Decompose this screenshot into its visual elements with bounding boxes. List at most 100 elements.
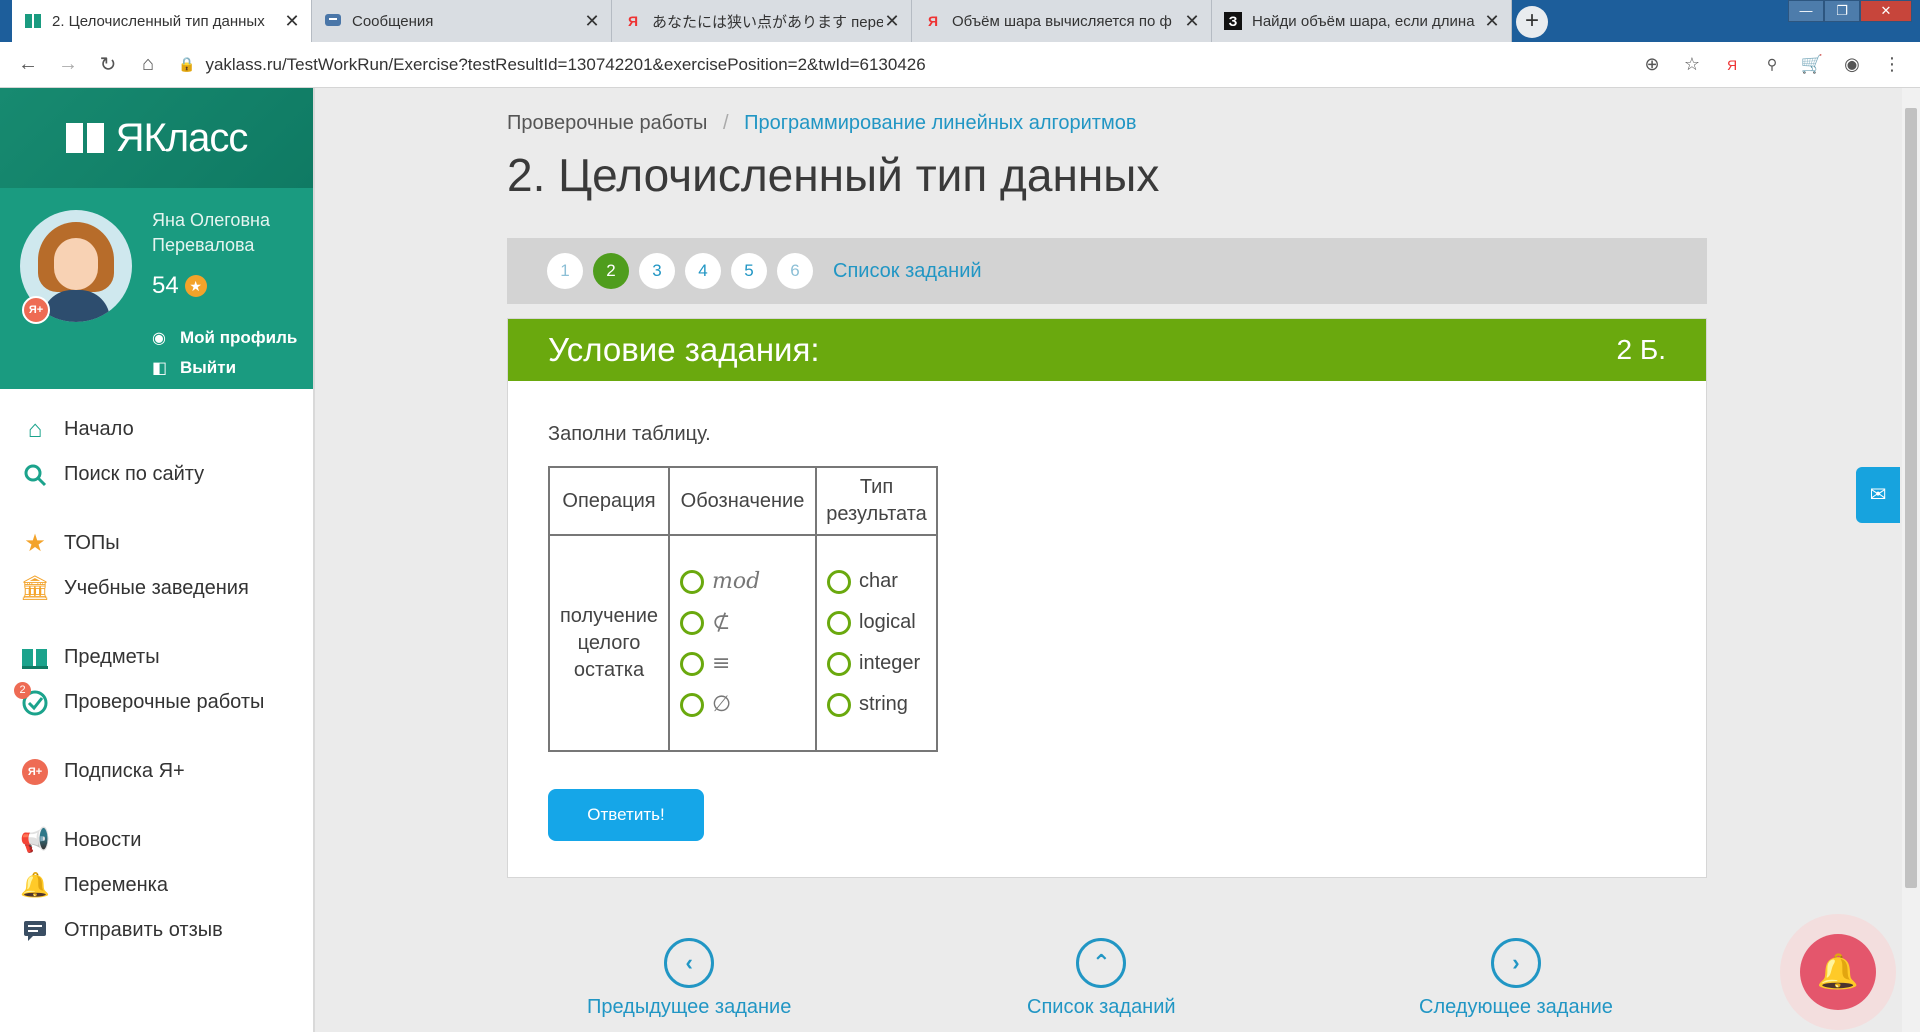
minimize-window-icon[interactable]: — bbox=[1788, 0, 1824, 22]
url-field[interactable]: 🔒 yaklass.ru/TestWorkRun/Exercise?testRe… bbox=[178, 55, 1632, 75]
logout-label: Выйти bbox=[180, 358, 237, 377]
profile-avatar-icon[interactable]: ◉ bbox=[1832, 45, 1872, 85]
table-header-operation: Операция bbox=[548, 466, 670, 536]
symbol-options-cell: mod ⊄ ≡ ∅ bbox=[668, 534, 817, 752]
user-score: 54 ★ bbox=[152, 272, 207, 300]
browser-tab-znanija[interactable]: З Найди объём шара, если длина ✕ bbox=[1212, 0, 1512, 42]
close-tab-icon[interactable]: ✕ bbox=[1483, 11, 1501, 32]
task-header: Условие задания: 2 Б. bbox=[508, 319, 1706, 381]
mail-icon[interactable]: ✉ bbox=[1856, 467, 1900, 523]
page-4-button[interactable]: 4 bbox=[685, 253, 721, 289]
home-page-icon[interactable]: ⌂ bbox=[128, 45, 168, 85]
books-icon bbox=[20, 643, 50, 673]
my-profile-link[interactable]: ◉ Мой профиль bbox=[152, 328, 297, 348]
page-1-button[interactable]: 1 bbox=[547, 253, 583, 289]
sidebar-item-schools[interactable]: 🏛 Учебные заведения bbox=[0, 566, 313, 611]
search-extension-icon[interactable]: ⚲ bbox=[1752, 45, 1792, 85]
sidebar-item-label: Новости bbox=[64, 829, 142, 851]
sidebar-item-break[interactable]: 🔔 Переменка bbox=[0, 863, 313, 908]
back-arrow-icon[interactable]: ← bbox=[8, 45, 48, 85]
sidebar-item-home[interactable]: ⌂ Начало bbox=[0, 407, 313, 452]
task-header-title: Условие задания: bbox=[548, 331, 820, 368]
close-tab-icon[interactable]: ✕ bbox=[283, 11, 301, 32]
type-option-integer[interactable]: integer bbox=[817, 643, 936, 684]
radio-button[interactable] bbox=[680, 651, 704, 676]
reload-icon[interactable]: ↻ bbox=[88, 45, 128, 85]
radio-button[interactable] bbox=[680, 569, 704, 594]
menu-kebab-icon[interactable]: ⋮ bbox=[1872, 45, 1912, 85]
answer-button[interactable]: Ответить! bbox=[548, 789, 704, 841]
next-task-link[interactable]: › Следующее задание bbox=[1419, 938, 1613, 1019]
task-card: Условие задания: 2 Б. Заполни таблицу. О… bbox=[507, 318, 1707, 878]
logo[interactable]: ЯКласс bbox=[0, 88, 313, 188]
close-tab-icon[interactable]: ✕ bbox=[883, 11, 901, 32]
page-2-button[interactable]: 2 bbox=[593, 253, 629, 289]
radio-button[interactable] bbox=[827, 692, 851, 717]
type-option-string[interactable]: string bbox=[817, 684, 936, 725]
add-bookmark-icon[interactable]: ⊕ bbox=[1632, 45, 1672, 85]
radio-button[interactable] bbox=[680, 610, 704, 635]
address-bar: ← → ↻ ⌂ 🔒 yaklass.ru/TestWorkRun/Exercis… bbox=[0, 42, 1920, 88]
sidebar-item-label: Начало bbox=[64, 418, 134, 440]
task-body: Заполни таблицу. Операция Обозначение Ти… bbox=[508, 381, 1706, 752]
cart-icon[interactable]: 🛒 bbox=[1792, 45, 1832, 85]
task-pager: 1 2 3 4 5 6 Список заданий bbox=[507, 238, 1707, 304]
star-bookmark-icon[interactable]: ☆ bbox=[1672, 45, 1712, 85]
sidebar-item-label: Учебные заведения bbox=[64, 577, 249, 599]
sidebar-item-label: Подписка Я+ bbox=[64, 760, 185, 782]
symbol-option-empty-set[interactable]: ∅ bbox=[670, 684, 815, 725]
sidebar-item-search[interactable]: Поиск по сайту bbox=[0, 452, 313, 497]
type-option-logical[interactable]: logical bbox=[817, 602, 936, 643]
next-task-label: Следующее задание bbox=[1419, 996, 1613, 1018]
close-window-icon[interactable]: ✕ bbox=[1860, 0, 1912, 22]
yandex-extension-icon[interactable]: Я bbox=[1712, 45, 1752, 85]
close-tab-icon[interactable]: ✕ bbox=[1183, 11, 1201, 32]
sidebar-item-subjects[interactable]: Предметы bbox=[0, 635, 313, 680]
browser-tab-translate[interactable]: Я あなたには狭い点があります перево ✕ bbox=[612, 0, 912, 42]
symbol-option-not-subset[interactable]: ⊄ bbox=[670, 602, 815, 643]
znanija-icon: З bbox=[1224, 12, 1242, 30]
browser-tab-yaklass[interactable]: 2. Целочисленный тип данных ✕ bbox=[12, 0, 312, 42]
sidebar-item-tests[interactable]: 2 Проверочные работы bbox=[0, 680, 313, 725]
breadcrumb-root[interactable]: Проверочные работы bbox=[507, 112, 707, 134]
task-list-link[interactable]: Список заданий bbox=[833, 260, 982, 283]
star-icon: ★ bbox=[184, 275, 207, 297]
previous-task-link[interactable]: ‹ Предыдущее задание bbox=[587, 938, 791, 1019]
sidebar-item-tops[interactable]: ★ ТОПы bbox=[0, 521, 313, 566]
sidebar-item-news[interactable]: 📢 Новости bbox=[0, 818, 313, 863]
new-tab-button[interactable]: + bbox=[1516, 6, 1548, 38]
close-tab-icon[interactable]: ✕ bbox=[583, 11, 601, 32]
tests-count-badge: 2 bbox=[14, 682, 31, 699]
radio-button[interactable] bbox=[827, 569, 851, 594]
radio-button[interactable] bbox=[827, 651, 851, 676]
notification-bell-icon[interactable]: 🔔 bbox=[1800, 934, 1876, 1010]
page-3-button[interactable]: 3 bbox=[639, 253, 675, 289]
breadcrumb-current[interactable]: Программирование линейных алгоритмов bbox=[744, 112, 1136, 134]
sidebar-menu: ⌂ Начало Поиск по сайту ★ ТОПы 🏛 Учебные… bbox=[0, 389, 313, 953]
radio-button[interactable] bbox=[680, 692, 704, 717]
sidebar-item-subscription[interactable]: Я+ Подписка Я+ bbox=[0, 749, 313, 794]
breadcrumb: Проверочные работы / Программирование ли… bbox=[507, 112, 1136, 135]
tab-title: Сообщения bbox=[352, 12, 434, 30]
maximize-window-icon[interactable]: ❐ bbox=[1824, 0, 1860, 22]
page-6-button[interactable]: 6 bbox=[777, 253, 813, 289]
browser-tab-sphere-volume[interactable]: Я Объём шара вычисляется по ф ✕ bbox=[912, 0, 1212, 42]
chevron-left-icon: ‹ bbox=[664, 938, 715, 988]
symbol-option-identical[interactable]: ≡ bbox=[670, 643, 815, 684]
type-option-char[interactable]: char bbox=[817, 561, 936, 602]
forward-arrow-icon[interactable]: → bbox=[48, 45, 88, 85]
symbol-option-mod[interactable]: mod bbox=[670, 561, 815, 602]
type-label: logical bbox=[859, 611, 916, 633]
logout-link[interactable]: ◧ Выйти bbox=[152, 358, 236, 378]
scrollbar-thumb[interactable] bbox=[1905, 108, 1917, 888]
browser-tab-messages[interactable]: Сообщения ✕ bbox=[312, 0, 612, 42]
task-list-bottom-label: Список заданий bbox=[1027, 996, 1176, 1018]
radio-button[interactable] bbox=[827, 610, 851, 635]
logout-icon: ◧ bbox=[152, 360, 168, 377]
bell-icon: 🔔 bbox=[20, 872, 50, 899]
symbol-label: ⊄ bbox=[712, 610, 731, 635]
page-5-button[interactable]: 5 bbox=[731, 253, 767, 289]
task-list-bottom-link[interactable]: ⌃ Список заданий bbox=[1027, 938, 1176, 1019]
tab-title: Найди объём шара, если длина bbox=[1252, 12, 1475, 30]
sidebar-item-feedback[interactable]: Отправить отзыв bbox=[0, 908, 313, 953]
